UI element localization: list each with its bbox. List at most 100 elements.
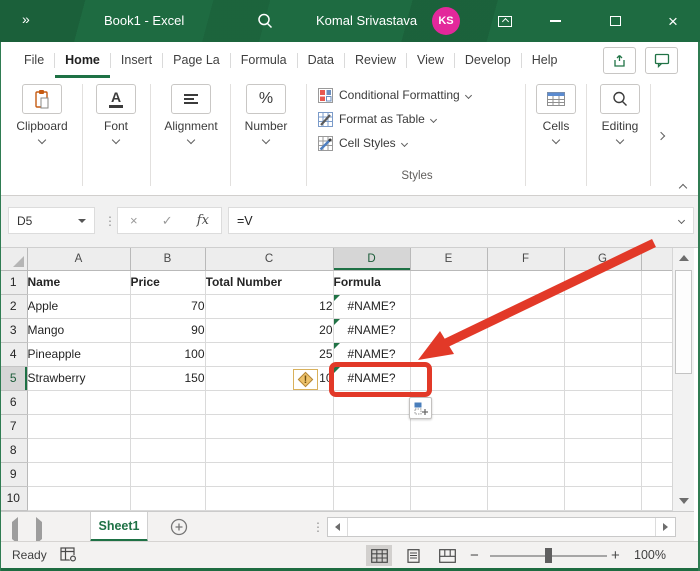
cell[interactable] [564,342,641,366]
cell[interactable] [641,462,672,486]
cell[interactable] [564,486,641,510]
cell[interactable] [333,390,410,414]
cell[interactable] [27,486,130,510]
cell-C4[interactable]: 25 [205,342,333,366]
vertical-scroll-thumb[interactable] [675,270,692,374]
col-header-partial[interactable] [641,248,672,270]
zoom-slider-thumb[interactable] [545,548,552,563]
col-header-F[interactable]: F [487,248,564,270]
new-sheet-button[interactable] [170,518,188,541]
cell[interactable] [333,486,410,510]
select-all-button[interactable] [0,248,27,270]
cell[interactable] [27,438,130,462]
cell[interactable] [641,414,672,438]
cell-C3[interactable]: 20 [205,318,333,342]
share-button[interactable] [603,47,636,74]
cell[interactable] [205,462,333,486]
cell-A3[interactable]: Mango [27,318,130,342]
cell[interactable] [410,294,487,318]
cell[interactable] [410,342,487,366]
cell-D1[interactable]: Formula [333,270,410,294]
cell[interactable] [487,462,564,486]
cell-B2[interactable]: 70 [130,294,205,318]
chevron-down-icon[interactable] [112,136,120,144]
cell[interactable] [641,390,672,414]
cell-B3[interactable]: 90 [130,318,205,342]
minimize-button[interactable] [542,8,568,34]
tab-data[interactable]: Data [298,42,344,78]
cell-D2[interactable]: #NAME? [333,294,410,318]
account-name[interactable]: Komal Srivastava [316,13,417,28]
col-header-B[interactable]: B [130,248,205,270]
row-header-9[interactable]: 9 [0,462,27,486]
cell[interactable] [333,414,410,438]
avatar[interactable]: KS [432,7,460,35]
cell[interactable] [205,390,333,414]
enter-button[interactable]: ✓ [162,213,173,229]
scroll-up-button[interactable] [673,248,695,268]
cell[interactable] [487,438,564,462]
scroll-right-button[interactable] [655,518,675,536]
row-header-10[interactable]: 10 [0,486,27,510]
search-button[interactable] [256,12,274,35]
cell[interactable] [487,294,564,318]
cell-A1[interactable]: Name [27,270,130,294]
row-header-4[interactable]: 4 [0,342,27,366]
collapse-ribbon-button[interactable] [680,178,686,196]
scroll-down-button[interactable] [673,491,695,511]
cell[interactable] [564,438,641,462]
chevron-down-icon[interactable] [616,136,624,144]
tab-splitter[interactable]: ⋮ [312,520,324,534]
tab-file[interactable]: File [14,42,54,78]
row-header-3[interactable]: 3 [0,318,27,342]
tab-page-layout[interactable]: Page La [163,42,230,78]
expand-formula-bar-icon[interactable] [678,217,685,224]
ribbon-group-cells[interactable]: Cells [530,84,582,143]
cell[interactable] [205,486,333,510]
conditional-formatting-button[interactable]: Conditional Formatting [318,85,471,105]
quick-access-overflow-button[interactable]: » [22,11,31,27]
row-header-5[interactable]: 5 [0,366,27,390]
cell[interactable] [564,366,641,390]
row-header-7[interactable]: 7 [0,414,27,438]
ribbon-display-options-button[interactable] [492,8,518,34]
cell[interactable] [27,390,130,414]
cell-D3[interactable]: #NAME? [333,318,410,342]
maximize-button[interactable] [602,8,628,34]
chevron-down-icon[interactable] [262,136,270,144]
cell-A2[interactable]: Apple [27,294,130,318]
col-header-G[interactable]: G [564,248,641,270]
cell-D4[interactable]: #NAME? [333,342,410,366]
col-header-A[interactable]: A [27,248,130,270]
ribbon-group-editing[interactable]: Editing [592,84,648,143]
cell-B4[interactable]: 100 [130,342,205,366]
vertical-scrollbar[interactable] [672,248,694,511]
chevron-down-icon[interactable] [38,136,46,144]
close-button[interactable]: × [660,8,686,34]
row-header-2[interactable]: 2 [0,294,27,318]
name-box-dropdown-icon[interactable] [78,219,86,223]
cell[interactable] [487,318,564,342]
cell[interactable] [27,462,130,486]
cell[interactable] [487,366,564,390]
insert-function-button[interactable]: fx [197,213,209,228]
zoom-level[interactable]: 100% [634,548,666,562]
cell[interactable] [130,486,205,510]
cell[interactable] [487,270,564,294]
cell[interactable] [641,438,672,462]
cell[interactable] [410,438,487,462]
col-header-E[interactable]: E [410,248,487,270]
cell[interactable] [564,294,641,318]
cell[interactable] [641,294,672,318]
ribbon-group-clipboard[interactable]: Clipboard [6,84,78,143]
zoom-out-button[interactable]: − [470,547,479,564]
tab-help[interactable]: Help [522,42,568,78]
chevron-down-icon[interactable] [552,136,560,144]
cell[interactable] [130,390,205,414]
ribbon-group-number[interactable]: % Number [234,84,298,143]
ribbon-more-button[interactable] [658,126,664,144]
zoom-in-button[interactable]: + [611,547,620,564]
cell[interactable] [564,390,641,414]
trace-error-button[interactable]: ! [293,369,318,390]
chevron-down-icon[interactable] [187,136,195,144]
